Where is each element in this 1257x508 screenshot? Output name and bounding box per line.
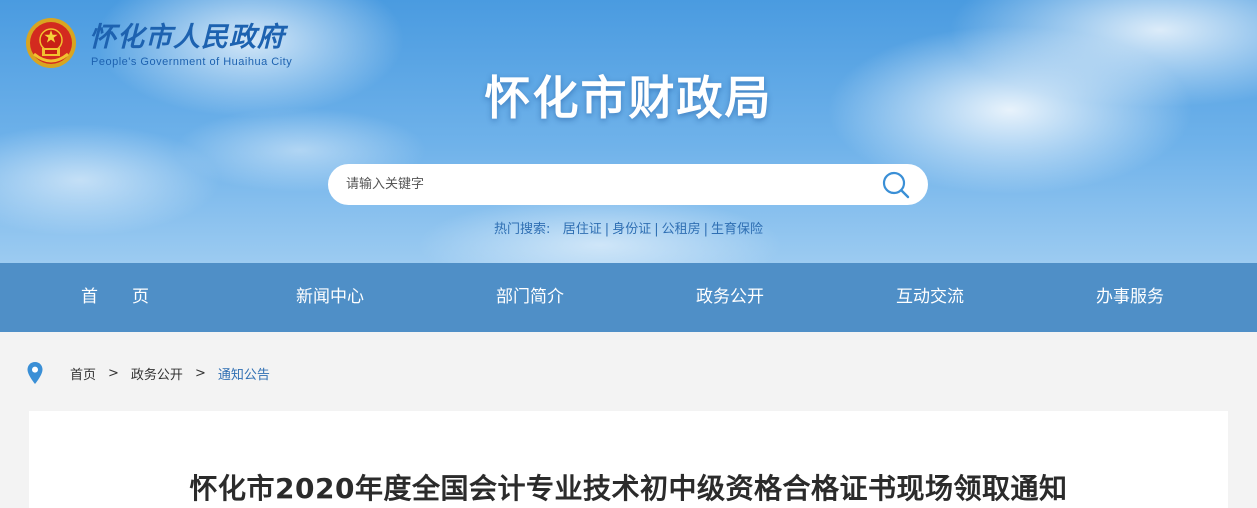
divider: | xyxy=(703,222,708,237)
article-title: 怀化市2020年度全国会计专业技术初中级资格合格证书现场领取通知 xyxy=(189,472,1068,505)
main-nav: 首 页 新闻中心 部门简介 政务公开 互动交流 办事服务 xyxy=(0,263,1257,332)
nav-item-interaction[interactable]: 互动交流 xyxy=(830,263,1030,332)
breadcrumb-separator: > xyxy=(108,365,119,381)
breadcrumb-government-affairs[interactable]: 政务公开 xyxy=(131,364,183,383)
location-pin-icon xyxy=(27,362,43,384)
nav-item-home[interactable]: 首 页 xyxy=(0,263,230,332)
search-icon[interactable] xyxy=(880,169,912,201)
hot-search: 热门搜索: 居住证 | 身份证 | 公租房 | 生育保险 xyxy=(0,218,1257,237)
breadcrumb-notices[interactable]: 通知公告 xyxy=(218,364,270,383)
search-input[interactable] xyxy=(346,164,866,205)
breadcrumb-separator: > xyxy=(194,365,206,381)
divider: | xyxy=(654,222,659,237)
header-banner: 怀化市人民政府 People's Government of Huaihua C… xyxy=(0,0,1257,263)
breadcrumb-home[interactable]: 首页 xyxy=(70,364,96,383)
site-title: 怀化市财政局 xyxy=(484,71,773,125)
hot-link-public-rental[interactable]: 公租房 xyxy=(662,222,701,237)
article-card: 怀化市2020年度全国会计专业技术初中级资格合格证书现场领取通知 xyxy=(29,411,1228,508)
nav-item-news[interactable]: 新闻中心 xyxy=(230,263,430,332)
hot-link-id-card[interactable]: 身份证 xyxy=(612,222,651,237)
hot-link-maternity-insurance[interactable]: 生育保险 xyxy=(711,222,763,237)
hot-link-residence-permit[interactable]: 居住证 xyxy=(563,222,602,237)
nav-item-department[interactable]: 部门简介 xyxy=(430,263,630,332)
search-bar xyxy=(328,164,928,205)
gov-name[interactable]: 怀化市人民政府 xyxy=(89,22,285,54)
hot-search-label: 热门搜索: xyxy=(493,222,551,237)
nav-item-government-affairs[interactable]: 政务公开 xyxy=(630,263,830,332)
divider: | xyxy=(604,222,610,237)
nav-item-services[interactable]: 办事服务 xyxy=(1030,263,1230,332)
breadcrumb: 首页 > 政务公开 > 通知公告 xyxy=(26,359,270,387)
